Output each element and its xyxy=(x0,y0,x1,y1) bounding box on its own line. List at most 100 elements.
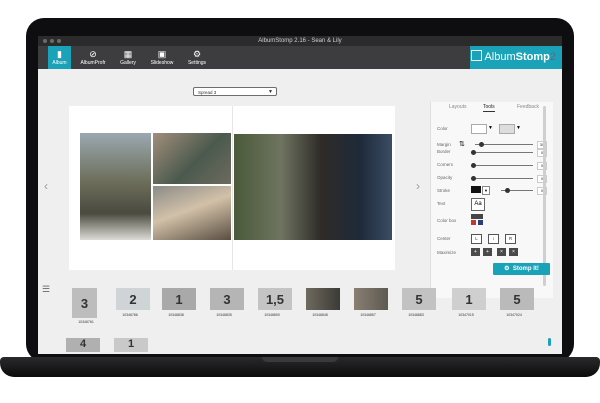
spread-select-value: Spread 3 xyxy=(198,90,217,95)
chevron-down-icon[interactable]: ▼ xyxy=(488,125,493,131)
thumbnail-number: 4 xyxy=(79,338,87,350)
thumbnail-image xyxy=(354,288,388,310)
thumbnail-number: 3 xyxy=(223,292,231,307)
border-slider[interactable] xyxy=(471,152,533,153)
thumbnail-number: 1 xyxy=(175,292,183,307)
brand-logo: AlbumStomp2 xyxy=(470,46,562,69)
panel-scrollbar[interactable] xyxy=(543,106,546,286)
thumbnail[interactable]: 3 10346835 xyxy=(210,288,244,317)
tab-slideshow-label: Slideshow xyxy=(150,60,174,66)
thumbnail[interactable]: 1,5 10346890 xyxy=(258,288,292,317)
margin-label: Margin xyxy=(437,142,451,147)
photo-couple-kiss[interactable] xyxy=(234,134,392,240)
thumbnail[interactable]: 2 10346786 xyxy=(116,288,150,317)
gear-icon: ⚙ xyxy=(504,266,510,272)
prev-spread-arrow[interactable]: ‹ xyxy=(44,179,48,193)
next-spread-arrow[interactable]: › xyxy=(416,179,420,193)
thumbnail[interactable]: 5 10346883 xyxy=(402,288,436,317)
thumbnail[interactable]: 1 xyxy=(114,338,148,352)
chevron-down-icon: ▼ xyxy=(268,89,273,95)
slideshow-icon: ▣ xyxy=(157,49,167,59)
thumbnail[interactable]: 10346857 xyxy=(354,288,388,317)
color-box-label: Color box xyxy=(437,218,457,223)
thumbnail-id: 10346848 xyxy=(312,313,328,317)
color-swatch[interactable] xyxy=(471,124,487,134)
grid-icon: ▦ xyxy=(123,49,133,59)
opacity-label: Opacity xyxy=(437,175,453,180)
window-title: AlbumStomp 2.16 - Sean & Lily xyxy=(258,38,342,44)
window-controls[interactable] xyxy=(43,39,61,43)
maximize-button-2[interactable]: + xyxy=(483,248,492,256)
stomp-it-label: Stomp It! xyxy=(512,266,539,272)
tab-settings-label: Settings xyxy=(187,60,207,66)
maximize-button-3[interactable]: × xyxy=(497,248,506,256)
stomp-it-button[interactable]: ⚙ Stomp It! xyxy=(493,263,550,275)
tab-tools[interactable]: Tools xyxy=(483,104,495,112)
thumbnail[interactable]: 1 10346838 xyxy=(162,288,196,317)
maximize-button-4[interactable]: × xyxy=(509,248,518,256)
thumbnail-number: 5 xyxy=(513,292,521,307)
tab-albumproofer[interactable]: ⊘ AlbumProfr xyxy=(78,46,108,69)
opacity-slider[interactable] xyxy=(471,178,533,179)
strip-scroll-indicator[interactable] xyxy=(548,338,551,346)
opacity-knob[interactable] xyxy=(471,176,476,181)
center-right-button[interactable]: R xyxy=(505,234,516,244)
text-button[interactable]: Aa xyxy=(471,198,485,211)
chevron-down-icon[interactable]: ▼ xyxy=(516,125,521,131)
center-left-button[interactable]: L xyxy=(471,234,482,244)
stroke-color-swatch[interactable] xyxy=(471,186,481,193)
title-bar: AlbumStomp 2.16 - Sean & Lily xyxy=(38,36,562,46)
center-label: Center xyxy=(437,236,451,241)
photo-bride-portrait[interactable] xyxy=(153,186,231,240)
corners-knob[interactable] xyxy=(471,163,476,168)
tab-feedback[interactable]: Feedback xyxy=(517,104,539,110)
tab-gallery[interactable]: ▦ Gallery xyxy=(116,46,140,69)
album-icon: ▮ xyxy=(57,49,62,59)
border-knob[interactable] xyxy=(471,150,476,155)
tab-slideshow[interactable]: ▣ Slideshow xyxy=(148,46,176,69)
spread-canvas[interactable] xyxy=(69,106,395,270)
color-label: Color xyxy=(437,126,448,131)
link-icon[interactable]: ⇅ xyxy=(459,140,465,148)
maximize-button-1[interactable]: + xyxy=(471,248,480,256)
color-swatch-alt[interactable] xyxy=(499,124,515,134)
tab-settings[interactable]: ⚙ Settings xyxy=(185,46,209,69)
thumbnail-number: 1 xyxy=(465,292,473,307)
thumbnail-id: 10347015 xyxy=(458,313,474,317)
color-box-red[interactable] xyxy=(471,220,476,225)
color-box-blue[interactable] xyxy=(478,220,483,225)
spread-spine xyxy=(232,106,233,270)
photo-embrace[interactable] xyxy=(153,133,231,184)
chevron-down-icon[interactable]: ▼ xyxy=(482,186,490,195)
tab-album[interactable]: ▮ Album xyxy=(48,46,71,69)
corners-label: Corners xyxy=(437,162,454,167)
stroke-label: Stroke xyxy=(437,188,451,193)
border-label: Border xyxy=(437,149,451,154)
app-screen: AlbumStomp 2.16 - Sean & Lily ▮ Album ⊘ … xyxy=(38,36,562,354)
brand-name: Album xyxy=(484,51,516,63)
thumbnail[interactable]: 4 xyxy=(66,338,100,352)
thumbnail-id: 10346890 xyxy=(264,313,280,317)
margin-knob[interactable] xyxy=(479,142,484,147)
spread-select[interactable]: Spread 3 ▼ xyxy=(193,87,277,96)
corners-slider[interactable] xyxy=(471,165,533,166)
tab-album-label: Album xyxy=(52,60,67,66)
thumbnail[interactable]: 1 10347015 xyxy=(452,288,486,317)
photo-couple-lake[interactable] xyxy=(80,133,151,240)
thumbnail-number: 3 xyxy=(80,296,89,311)
maximize-label: Maximize xyxy=(437,250,457,255)
thumbnail[interactable]: 3 10346761 xyxy=(72,288,97,324)
brand-name-bold: Stomp xyxy=(515,51,550,63)
proof-icon: ⊘ xyxy=(89,49,97,59)
tab-layouts[interactable]: Layouts xyxy=(449,104,467,110)
center-vertical-button[interactable]: ↕ xyxy=(488,234,499,244)
logo-mark-icon xyxy=(471,50,483,61)
tab-gallery-label: Gallery xyxy=(120,60,136,66)
stroke-knob[interactable] xyxy=(505,188,510,193)
panel-tabs: Layouts Tools Feedback xyxy=(431,102,553,112)
thumbnail[interactable]: 10346848 xyxy=(306,288,340,317)
thumbnail-number: 5 xyxy=(415,292,423,307)
thumbnail[interactable]: 5 10347024 xyxy=(500,288,534,317)
tab-albumproofer-label: AlbumProfr xyxy=(80,60,106,66)
color-box-dark[interactable] xyxy=(471,214,483,219)
